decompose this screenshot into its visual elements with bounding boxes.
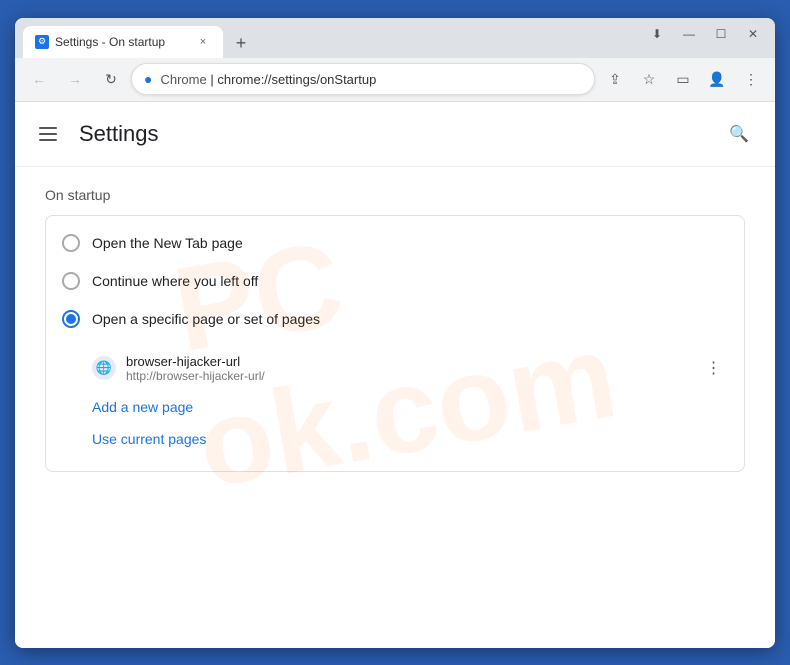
minimize-button[interactable]: — [675, 24, 703, 44]
address-text: Chrome | chrome://settings/onStartup [160, 72, 582, 87]
bookmark-icon[interactable]: ☆ [633, 63, 665, 95]
security-icon: ● [144, 71, 152, 87]
radio-specific [62, 310, 80, 328]
sidebar-toggle-icon[interactable]: ▭ [667, 63, 699, 95]
tab-area: Settings - On startup × + [23, 18, 643, 58]
close-button[interactable]: ✕ [739, 24, 767, 44]
startup-page-item: 🌐 browser-hijacker-url http://browser-hi… [92, 346, 728, 391]
address-url: chrome://settings/onStartup [217, 72, 376, 87]
section-label: On startup [45, 187, 745, 203]
share-icon[interactable]: ⇪ [599, 63, 631, 95]
page-globe-icon: 🌐 [92, 356, 116, 380]
maximize-button[interactable]: ☐ [707, 24, 735, 44]
add-new-page-label: Add a new page [92, 391, 193, 423]
tab-favicon [35, 35, 49, 49]
radio-new-tab [62, 234, 80, 252]
startup-pages-section: 🌐 browser-hijacker-url http://browser-hi… [46, 338, 744, 463]
tab-close-button[interactable]: × [195, 34, 211, 50]
profile-icon[interactable]: 👤 [701, 63, 733, 95]
address-bar[interactable]: ● Chrome | chrome://settings/onStartup [131, 63, 595, 95]
settings-body: On startup Open the New Tab page Continu… [15, 167, 775, 492]
browser-toolbar: ← → ↻ ● Chrome | chrome://settings/onSta… [15, 58, 775, 102]
page-url: http://browser-hijacker-url/ [126, 369, 690, 383]
toolbar-actions: ⇪ ☆ ▭ 👤 ⋮ [599, 63, 767, 95]
settings-title: Settings [79, 121, 723, 147]
refresh-button[interactable]: ↻ [95, 63, 127, 95]
restore-button[interactable]: ⬇ [643, 24, 671, 44]
option-new-tab-label: Open the New Tab page [92, 235, 243, 251]
page-menu-button[interactable]: ⋮ [700, 354, 728, 382]
option-continue[interactable]: Continue where you left off [46, 262, 744, 300]
page-info: browser-hijacker-url http://browser-hija… [126, 354, 690, 383]
settings-header: Settings 🔍 [15, 102, 775, 167]
option-continue-label: Continue where you left off [92, 273, 258, 289]
window-controls: ⬇ — ☐ ✕ [643, 24, 767, 52]
option-specific-label: Open a specific page or set of pages [92, 311, 320, 327]
option-specific[interactable]: Open a specific page or set of pages [46, 300, 744, 338]
title-bar: Settings - On startup × + ⬇ — ☐ ✕ [15, 18, 775, 58]
search-settings-button[interactable]: 🔍 [723, 118, 755, 150]
option-new-tab[interactable]: Open the New Tab page [46, 224, 744, 262]
hamburger-menu[interactable] [35, 118, 67, 150]
menu-icon[interactable]: ⋮ [735, 63, 767, 95]
address-provider: Chrome [160, 72, 206, 87]
settings-content: Settings 🔍 PCok.com On startup Open the … [15, 102, 775, 648]
startup-options-card: Open the New Tab page Continue where you… [45, 215, 745, 472]
use-current-pages-link[interactable]: Use current pages [92, 423, 728, 455]
tab-title: Settings - On startup [55, 35, 189, 49]
forward-button[interactable]: → [59, 63, 91, 95]
back-button[interactable]: ← [23, 63, 55, 95]
new-tab-button[interactable]: + [227, 30, 255, 58]
add-new-page-link[interactable]: Add a new page [92, 391, 728, 423]
page-name: browser-hijacker-url [126, 354, 690, 369]
active-tab[interactable]: Settings - On startup × [23, 26, 223, 58]
radio-continue [62, 272, 80, 290]
use-current-pages-label: Use current pages [92, 423, 206, 455]
